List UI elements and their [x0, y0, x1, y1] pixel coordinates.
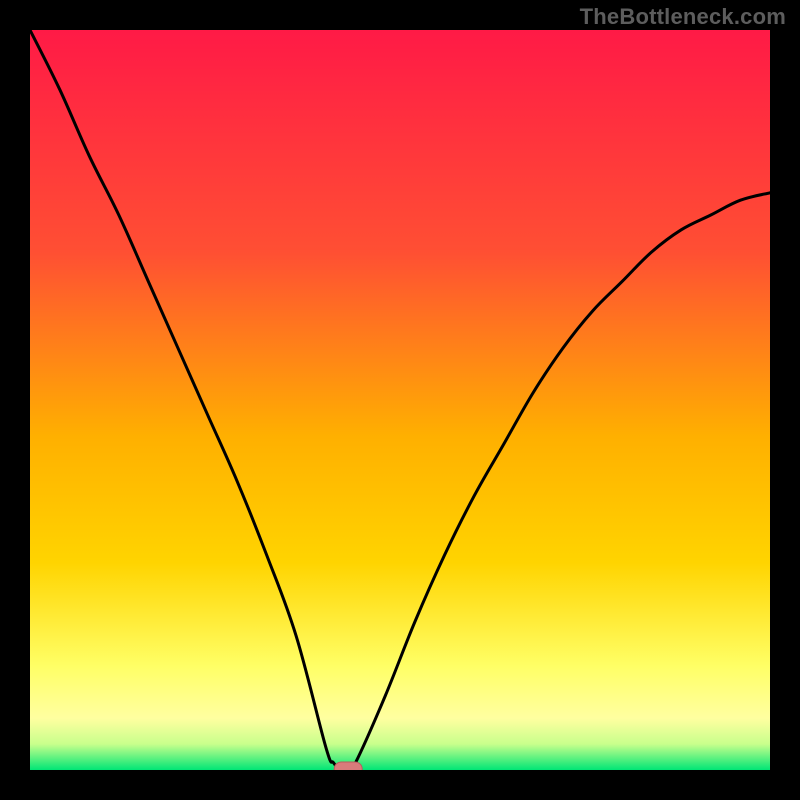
plot-area	[30, 30, 770, 770]
watermark-text: TheBottleneck.com	[580, 4, 786, 30]
chart-frame: TheBottleneck.com	[0, 0, 800, 800]
bottleneck-chart	[30, 30, 770, 770]
optimal-marker	[334, 762, 362, 770]
